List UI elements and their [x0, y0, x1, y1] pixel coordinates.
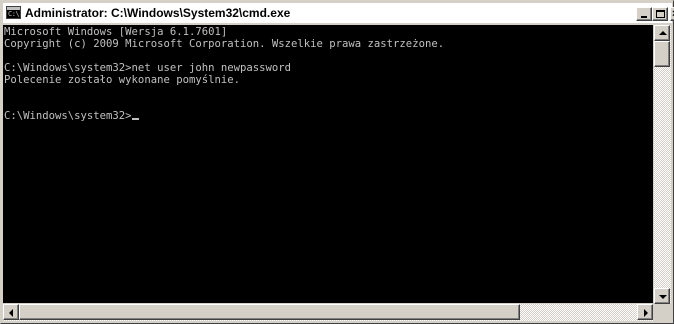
- console-output[interactable]: Microsoft Windows [Wersja 6.1.7601] Copyr…: [3, 25, 653, 303]
- maximize-icon: [656, 10, 665, 18]
- scroll-right-button[interactable]: [637, 304, 653, 320]
- prompt-line[interactable]: C:\Windows\system32>: [4, 110, 653, 122]
- title-bar[interactable]: C:\ Administrator: C:\Windows\System32\c…: [3, 3, 674, 23]
- cmd-icon-text: C:\: [8, 10, 20, 18]
- arrow-right-icon: [644, 309, 648, 317]
- console-line: Microsoft Windows [Wersja 6.1.7601]: [4, 26, 228, 38]
- close-button[interactable]: ×: [670, 7, 674, 21]
- prompt-text: C:\Windows\system32>: [4, 110, 132, 122]
- cmd-icon[interactable]: C:\: [6, 6, 21, 19]
- scrollbar-corner: [654, 304, 671, 321]
- scroll-left-button[interactable]: [3, 304, 19, 320]
- console-line: C:\Windows\system32>net user john newpas…: [4, 62, 292, 74]
- arrow-up-icon: [659, 31, 667, 35]
- console-line: Copyright (c) 2009 Microsoft Corporation…: [4, 38, 445, 50]
- minimize-button[interactable]: [636, 7, 652, 21]
- vertical-scroll-thumb[interactable]: [654, 41, 670, 67]
- window-title: Administrator: C:\Windows\System32\cmd.e…: [25, 6, 291, 20]
- horizontal-scroll-thumb[interactable]: [19, 304, 520, 320]
- maximize-button[interactable]: [652, 7, 668, 21]
- arrow-left-icon: [9, 309, 13, 317]
- horizontal-scrollbar[interactable]: [3, 304, 653, 321]
- cmd-window: C:\ Administrator: C:\Windows\System32\c…: [0, 0, 674, 324]
- scroll-up-button[interactable]: [654, 25, 670, 41]
- minimize-icon: [641, 16, 647, 18]
- scroll-down-button[interactable]: [654, 288, 670, 304]
- text-cursor: [131, 118, 139, 120]
- vertical-scrollbar[interactable]: [654, 25, 671, 304]
- arrow-down-icon: [659, 295, 667, 299]
- console-line: Polecenie zostało wykonane pomyślnie.: [4, 74, 240, 86]
